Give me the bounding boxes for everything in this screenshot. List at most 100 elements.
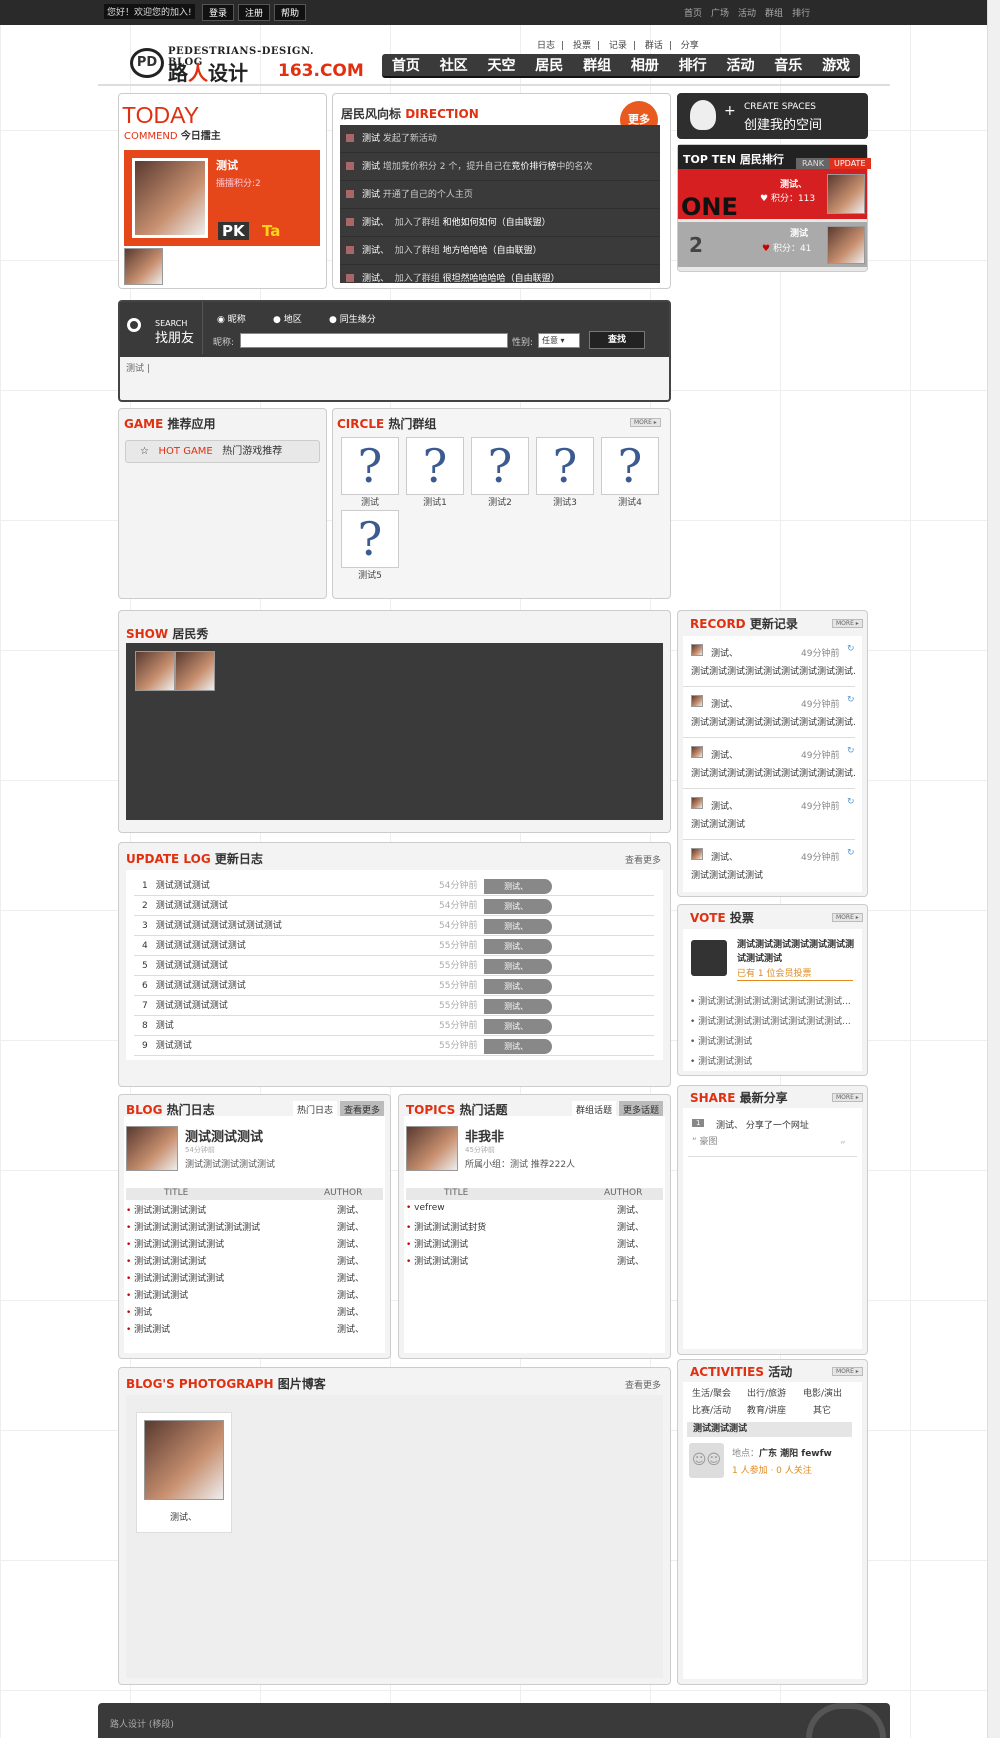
group-name[interactable]: 测试3 [536,495,594,508]
nick-input[interactable] [240,333,508,348]
reply-arrow-icon[interactable]: ↻ [847,848,855,858]
vote-option[interactable]: • 测试测试测试 [690,1032,855,1052]
top-link-rank[interactable]: 排行 [792,9,810,19]
log-user-tag[interactable]: 测试、 [484,1019,552,1034]
nav-rank[interactable]: 排行 [679,55,707,75]
share-text[interactable]: 测试、 分享了一个网址 [716,1118,809,1131]
photo-more[interactable]: 查看更多 [625,1378,661,1391]
group-item[interactable]: ? 测试3 [536,437,594,508]
record-user[interactable]: 测试、 [711,697,738,710]
top-link-home[interactable]: 首页 [684,9,702,19]
radio-unchecked[interactable]: ● [329,315,337,325]
blog-row-author[interactable]: 测试、 [337,1220,364,1233]
activity-category[interactable]: 出行/旅游 [747,1386,786,1399]
blog-row-title[interactable]: 测试测试测试测试 [126,1203,206,1216]
topic-row-title[interactable]: vefrew [406,1203,444,1213]
champion-name[interactable]: 测试 [216,157,238,173]
topic-row-title[interactable]: 测试测试测试 [406,1254,468,1267]
log-title[interactable]: 测试测试测试测试测试 [156,941,246,951]
feed-user[interactable]: 测试、 [362,218,389,228]
search-option-area[interactable]: ● 地区 [273,312,302,325]
log-title[interactable]: 测试测试测试测试 [156,1001,228,1011]
topic-head-avatar[interactable] [406,1126,458,1171]
log-title[interactable]: 测试 [156,1021,174,1031]
record-avatar[interactable] [691,797,703,809]
update-log-more[interactable]: 查看更多 [625,853,661,866]
log-title[interactable]: 测试测试测试测试测试测试测试 [156,921,282,931]
topic-row-title[interactable]: 测试测试测试 [406,1237,468,1250]
log-user-tag[interactable]: 测试、 [484,879,552,894]
log-title[interactable]: 测试测试测试 [156,881,210,891]
activities-more-button[interactable]: MORE ▸ [832,1367,863,1376]
top-link-activity[interactable]: 活动 [738,9,756,19]
blog-row-title[interactable]: 测试测试测试测试测试 [126,1237,224,1250]
search-option-nick[interactable]: ◉ 昵称 [217,312,246,325]
log-user-tag[interactable]: 测试、 [484,999,552,1014]
log-row[interactable]: 1 测试测试测试 54分钟前 测试、 [134,876,654,896]
group-item[interactable]: ? 测试2 [471,437,529,508]
group-name[interactable]: 测试2 [471,495,529,508]
log-user-tag[interactable]: 测试、 [484,899,552,914]
topic-row-author[interactable]: 测试、 [617,1220,644,1233]
blog-row-author[interactable]: 测试、 [337,1271,364,1284]
log-row[interactable]: 3 测试测试测试测试测试测试测试 54分钟前 测试、 [134,916,654,936]
search-option-fate[interactable]: ● 同生缘分 [329,312,376,325]
top-link-group[interactable]: 群组 [765,9,783,19]
log-row[interactable]: 9 测试测试 55分钟前 测试、 [134,1036,654,1056]
log-title[interactable]: 测试测试测试测试 [156,961,228,971]
blog-row-title[interactable]: 测试测试测试测试测试 [126,1271,224,1284]
feed-user[interactable]: 测试、 [362,274,389,283]
record-avatar[interactable] [691,695,703,707]
sub-link-log[interactable]: 日志 [537,41,555,51]
nav-community[interactable]: 社区 [440,55,468,75]
log-user-tag[interactable]: 测试、 [484,959,552,974]
vote-head[interactable]: 测试测试测试测试测试测试测试测试测试 [737,938,855,966]
topic-row-author[interactable]: 测试、 [617,1254,644,1267]
update-tab[interactable]: UPDATE [829,158,871,169]
feed-link[interactable]: 竞价排行榜 [511,162,556,172]
sub-link-group-talk[interactable]: 群话 [645,41,663,51]
reply-arrow-icon[interactable]: ↻ [847,746,855,756]
log-row[interactable]: 4 测试测试测试测试测试 55分钟前 测试、 [134,936,654,956]
blog-row-title[interactable]: 测试测试 [126,1322,170,1335]
circle-more-button[interactable]: MORE ▸ [630,418,661,427]
vote-option-text[interactable]: 测试测试测试 [698,1037,752,1047]
radio-unchecked[interactable]: ● [273,315,281,325]
today-small-avatar[interactable] [124,248,163,285]
record-avatar[interactable] [691,644,703,656]
search-button[interactable]: 查找 [589,331,645,349]
nav-groups[interactable]: 群组 [583,55,611,75]
blog-row-title[interactable]: 测试测试测试测试 [126,1254,206,1267]
blog-row-author[interactable]: 测试、 [337,1254,364,1267]
register-button[interactable]: 注册 [238,4,271,21]
scrollbar[interactable] [987,0,1000,1738]
blog-head-avatar[interactable] [126,1126,178,1171]
feed-user[interactable]: 测试 [362,190,380,200]
ta-button[interactable]: Ta [262,222,280,240]
group-name[interactable]: 测试4 [601,495,659,508]
site-logo[interactable]: PD PEDESTRIANS-DESIGN. BLOG 路人设计 163.COM [130,46,364,85]
activity-category[interactable]: 生活/聚会 [692,1386,731,1399]
reply-arrow-icon[interactable]: ↻ [847,695,855,705]
record-user[interactable]: 测试、 [711,748,738,761]
gender-select[interactable]: 任意 ▾ [538,333,580,348]
record-user[interactable]: 测试、 [711,850,738,863]
record-more-button[interactable]: MORE ▸ [832,619,863,628]
top-link-square[interactable]: 广场 [711,9,729,19]
rank1-avatar[interactable] [827,174,865,214]
vote-option-text[interactable]: 测试测试测试 [698,1057,752,1067]
hot-game-button[interactable]: ☆ HOT GAME 热门游戏推荐 [125,440,320,463]
photo-caption[interactable]: 测试、 [170,1510,197,1523]
radio-checked[interactable]: ◉ [217,315,225,325]
log-row[interactable]: 5 测试测试测试测试 55分钟前 测试、 [134,956,654,976]
nav-music[interactable]: 音乐 [774,55,802,75]
rank2-avatar[interactable] [827,226,865,264]
group-item[interactable]: ? 测试4 [601,437,659,508]
vote-option[interactable]: • 测试测试测试测试测试测试测试测试... [690,1012,855,1032]
record-user[interactable]: 测试、 [711,799,738,812]
blog-row-title[interactable]: 测试测试测试测试测试测试测试 [126,1220,260,1233]
log-title[interactable]: 测试测试测试测试 [156,901,228,911]
log-title[interactable]: 测试测试 [156,1041,192,1051]
log-user-tag[interactable]: 测试、 [484,939,552,954]
activity-category[interactable]: 其它 [813,1403,831,1416]
